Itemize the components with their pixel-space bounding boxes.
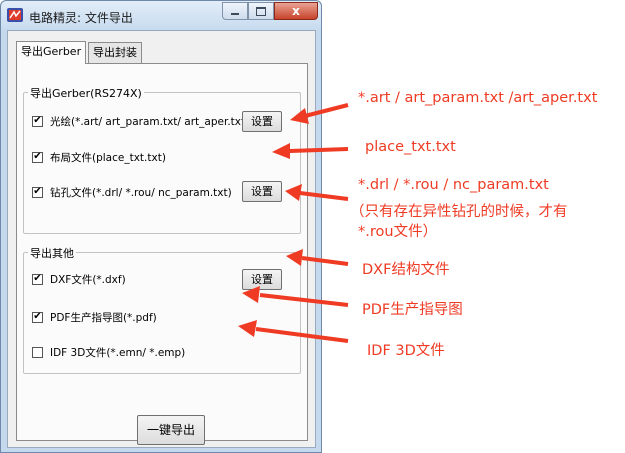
annotation-photoplot: *.art / art_param.txt /art_aper.txt: [358, 90, 598, 106]
arrow-to-drill: [285, 184, 349, 201]
arrow-to-idf: [238, 320, 349, 343]
annotation-idf: IDF 3D文件: [367, 343, 445, 359]
annotation-arrows: [238, 103, 349, 343]
arrow-to-placement: [272, 143, 349, 159]
annotation-placement: place_txt.txt: [365, 139, 456, 155]
annotation-drill: *.drl / *.rou / nc_param.txt: [358, 177, 549, 193]
annotation-pdf: PDF生产指导图: [362, 302, 463, 318]
annotation-drill-note-line2: *.rou文件）: [358, 224, 438, 240]
arrow-to-dxf: [286, 249, 349, 266]
tab-export-gerber[interactable]: 导出Gerber: [16, 41, 87, 64]
arrow-to-photoplot: [290, 103, 349, 124]
annotation-drill-note-line1: （只有存在异性钻孔的时候，才有: [350, 204, 568, 220]
annotation-dxf: DXF结构文件: [362, 262, 450, 278]
arrow-to-pdf: [242, 286, 349, 307]
